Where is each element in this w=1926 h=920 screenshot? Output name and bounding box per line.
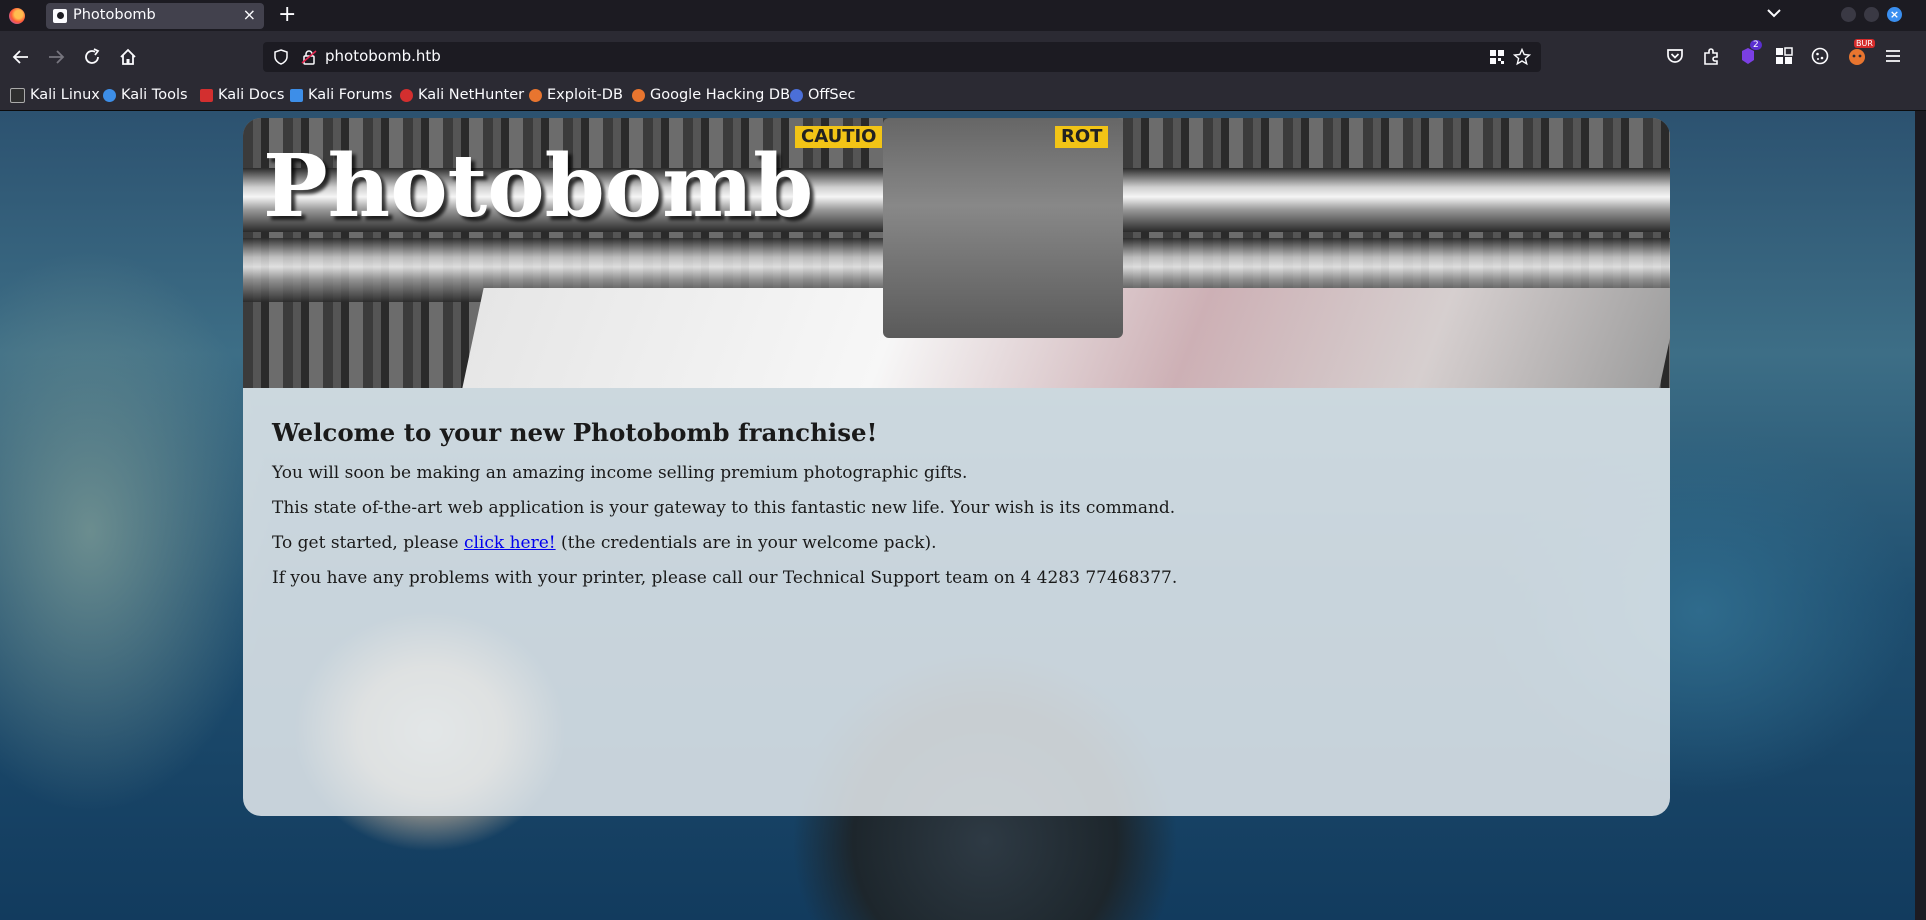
site-favicon-icon <box>53 9 67 23</box>
bookmark-label: Kali NetHunter <box>418 87 525 103</box>
welcome-content: Welcome to your new Photobomb franchise!… <box>272 418 1632 601</box>
kali-tools-icon <box>103 88 116 102</box>
window-close-button[interactable]: × <box>1887 7 1902 22</box>
cookie-icon[interactable] <box>1809 45 1831 67</box>
qr-code-icon[interactable] <box>1489 49 1505 69</box>
bookmark-label: Kali Docs <box>218 87 285 103</box>
bookmark-label: OffSec <box>808 87 856 103</box>
credentials-note: (the credentials are in your welcome pac… <box>555 533 937 553</box>
bookmark-exploit-db[interactable]: Exploit-DB <box>529 87 623 103</box>
tab-title: Photobomb <box>73 7 156 23</box>
scrollbar[interactable] <box>1915 111 1926 920</box>
get-started-text: To get started, please <box>272 533 464 553</box>
extensions-puzzle-icon[interactable] <box>1700 45 1722 67</box>
bookmark-label: Kali Linux <box>30 87 100 103</box>
bookmark-kali-linux[interactable]: Kali Linux <box>10 87 100 103</box>
extension-notification-icon[interactable]: 2 <box>1737 40 1762 67</box>
forward-arrow-icon[interactable] <box>45 46 67 68</box>
home-icon[interactable] <box>117 46 139 68</box>
get-started-paragraph: To get started, please click here! (the … <box>272 531 1632 556</box>
kali-forums-icon <box>290 88 303 102</box>
exploit-db-icon <box>529 88 542 102</box>
printer-mount-graphic <box>883 118 1123 338</box>
menu-hamburger-icon[interactable] <box>1882 45 1904 67</box>
bookmark-label: Kali Forums <box>308 87 393 103</box>
list-all-tabs-chevron-down-icon[interactable] <box>1765 4 1783 22</box>
bookmark-kali-forums[interactable]: Kali Forums <box>290 87 392 103</box>
bookmark-kali-tools[interactable]: Kali Tools <box>103 87 188 103</box>
welcome-heading: Welcome to your new Photobomb franchise! <box>272 418 878 447</box>
tab-close-icon[interactable]: × <box>243 5 256 24</box>
url-text[interactable]: photobomb.htb <box>325 47 441 65</box>
tab-photobomb[interactable]: Photobomb × <box>46 3 264 29</box>
tab-bar: Photobomb × + × <box>0 0 1926 31</box>
gateway-paragraph: This state of-the-art web application is… <box>272 498 1176 518</box>
kali-nethunter-icon <box>400 88 413 102</box>
insecure-lock-icon[interactable] <box>301 49 317 69</box>
hero-printer-image: CAUTIO ROT Photobomb <box>243 118 1670 388</box>
offsec-icon <box>790 88 803 102</box>
content-card: CAUTIO ROT Photobomb Welcome to your new… <box>243 118 1670 816</box>
back-arrow-icon[interactable] <box>10 46 32 68</box>
bookmark-label: Google Hacking DB <box>650 87 791 103</box>
reload-icon[interactable] <box>81 46 103 68</box>
kali-docs-icon <box>200 88 213 102</box>
support-paragraph: If you have any problems with your print… <box>272 568 1178 588</box>
new-tab-button[interactable]: + <box>278 2 296 27</box>
bookmark-offsec[interactable]: OffSec <box>790 87 856 103</box>
burp-badge: BUR <box>1854 39 1875 48</box>
page-viewport: CAUTIO ROT Photobomb Welcome to your new… <box>0 111 1915 920</box>
bookmark-google-hacking-db[interactable]: Google Hacking DB <box>632 87 790 103</box>
bookmark-label: Kali Tools <box>121 87 188 103</box>
bookmarks-toolbar: Kali Linux Kali Tools Kali Docs Kali For… <box>0 83 1926 111</box>
url-bar[interactable]: photobomb.htb <box>263 42 1541 72</box>
firefox-logo-icon[interactable] <box>9 8 25 24</box>
intro-paragraph: You will soon be making an amazing incom… <box>272 463 968 483</box>
extension-badge: 2 <box>1750 40 1762 50</box>
pocket-icon[interactable] <box>1664 45 1686 67</box>
bookmark-kali-nethunter[interactable]: Kali NetHunter <box>400 87 524 103</box>
window-maximize-button[interactable] <box>1864 7 1879 22</box>
tracking-protection-shield-icon[interactable] <box>273 49 289 69</box>
bookmark-star-icon[interactable] <box>1512 47 1532 70</box>
click-here-link[interactable]: click here! <box>464 533 556 553</box>
rot-label: ROT <box>1055 126 1109 148</box>
bookmark-label: Exploit-DB <box>547 87 623 103</box>
grid-apps-icon[interactable] <box>1773 45 1795 67</box>
window-minimize-button[interactable] <box>1841 7 1856 22</box>
kali-dragon-icon <box>10 87 25 103</box>
bookmark-kali-docs[interactable]: Kali Docs <box>200 87 284 103</box>
burp-extension-icon[interactable]: BUR <box>1846 39 1875 67</box>
site-title: Photobomb <box>263 136 814 237</box>
google-hacking-db-icon <box>632 88 645 102</box>
